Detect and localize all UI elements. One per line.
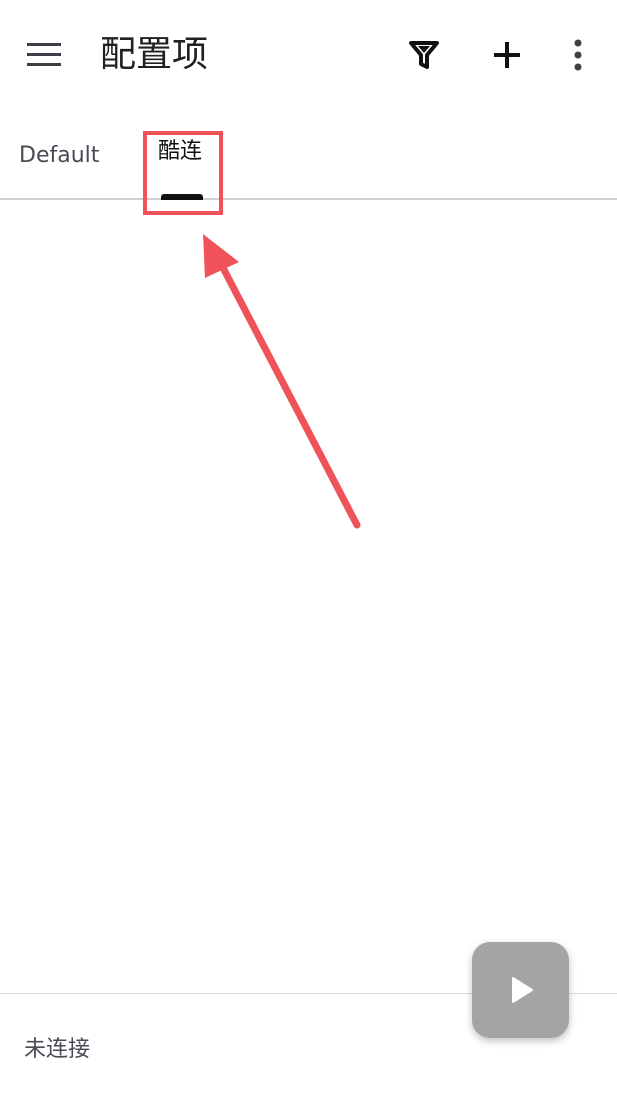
tab-default-label: Default (19, 142, 100, 168)
filter-icon (409, 41, 439, 69)
tab-kulian[interactable]: 酷连 (158, 106, 202, 192)
start-connection-button[interactable] (472, 942, 569, 1038)
app-root: 配置项 Default 酷连 未连接 (0, 0, 617, 1098)
filter-button[interactable] (398, 30, 450, 80)
top-app-bar: 配置项 (0, 0, 617, 112)
menu-icon (27, 43, 61, 66)
add-button[interactable] (481, 30, 533, 80)
tab-bar: Default 酷连 (0, 112, 617, 200)
tab-kulian-label: 酷连 (158, 139, 203, 164)
connection-status: 未连接 (24, 1037, 91, 1062)
play-icon (511, 977, 533, 1003)
more-options-button[interactable] (552, 30, 604, 80)
config-list-area (0, 200, 617, 993)
menu-button[interactable] (16, 30, 72, 80)
page-title: 配置项 (100, 34, 209, 75)
more-vert-icon (574, 39, 582, 71)
add-icon (494, 42, 520, 68)
tab-default[interactable]: Default (19, 112, 99, 198)
